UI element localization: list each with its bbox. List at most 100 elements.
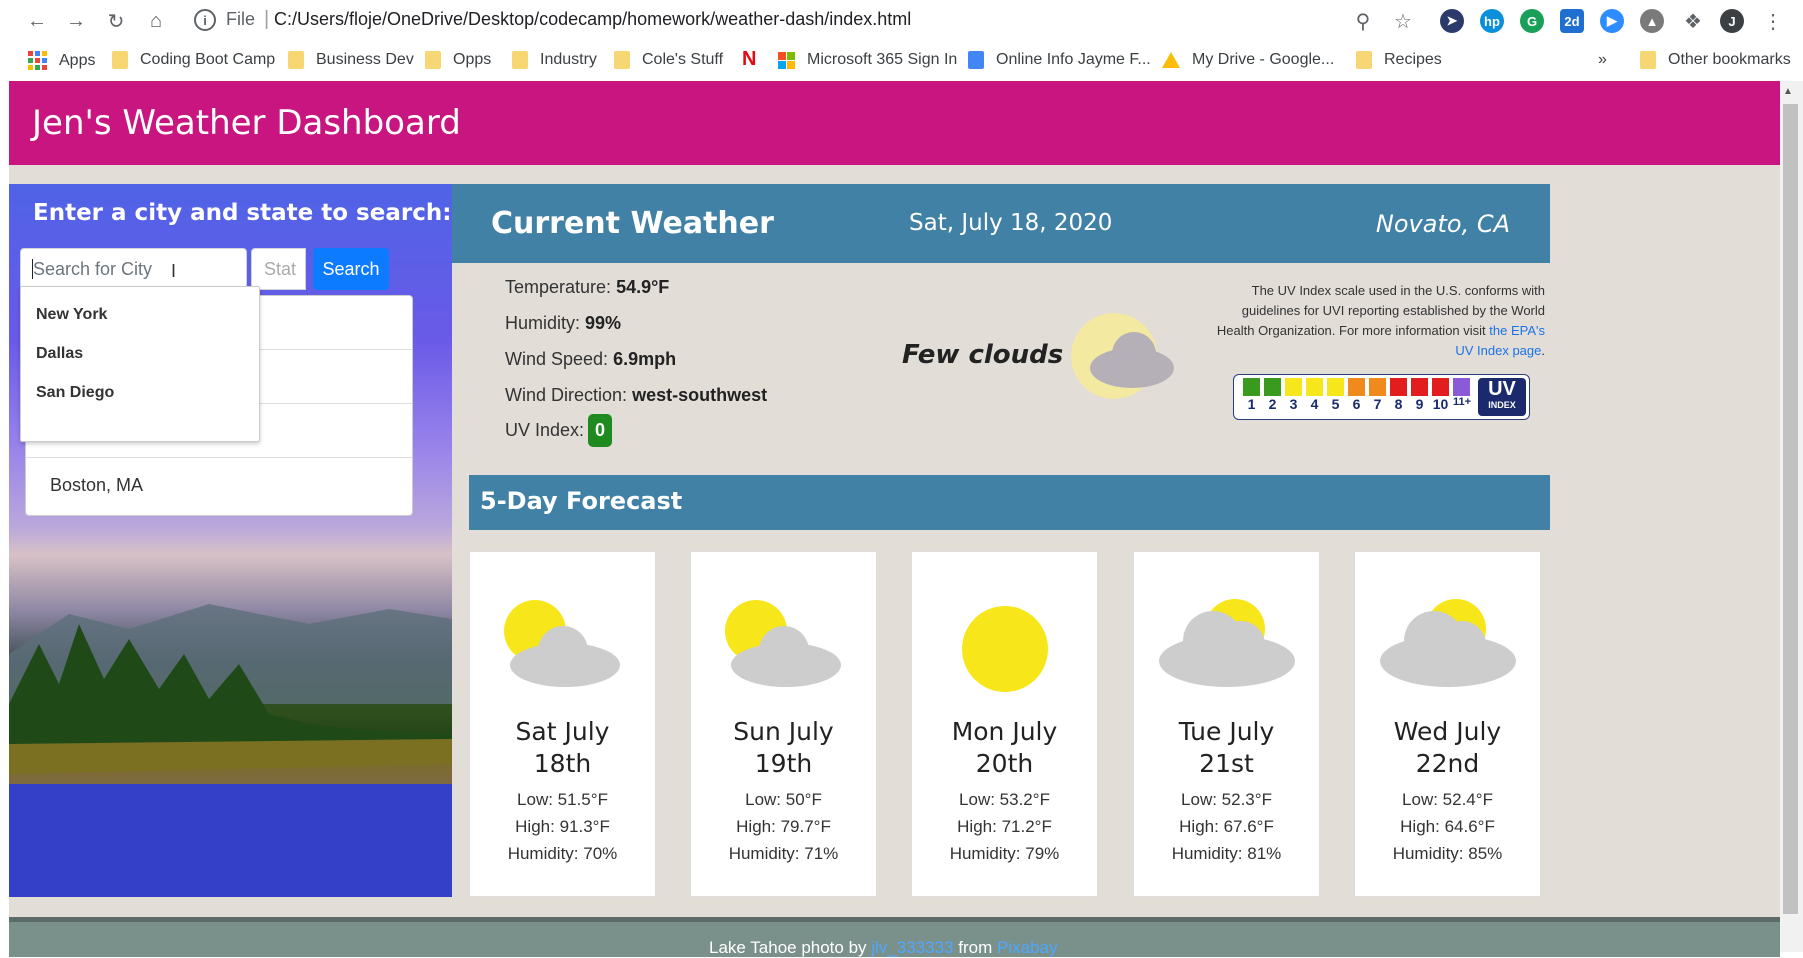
scrollbar-thumb[interactable] [1783,104,1798,914]
uv-scale-cell: 9 [1411,378,1428,412]
bookmark-label: Other bookmarks [1668,51,1791,68]
folder-icon [112,51,128,69]
folder-icon [512,51,528,69]
bookmark-netflix-icon[interactable]: N [742,48,756,71]
history-item[interactable]: Boston, MA [26,458,412,516]
wind-direction-stat: Wind Direction: west-southwest [505,385,767,406]
bookmark-microsoft-365[interactable]: Microsoft 365 Sign In [778,51,957,69]
autocomplete-item[interactable]: New York [36,306,107,324]
bookmark-apps[interactable]: Apps [28,51,95,70]
uv-note: The UV Index scale used in the U.S. conf… [1215,281,1545,361]
forecast-day: Mon July 20th [912,716,1097,780]
bookmark-industry[interactable]: Industry [512,51,597,69]
bookmarks-overflow-button[interactable]: » [1598,51,1607,69]
wind-speed-stat: Wind Speed: 6.9mph [505,349,676,370]
humidity-label: Humidity: [505,313,581,333]
reload-icon[interactable]: ↻ [103,8,129,34]
bookmark-label: Industry [540,51,597,68]
credit-source-link[interactable]: Pixabay [997,938,1057,957]
forecast-low: Low: 51.5°F [517,790,608,809]
extension-drive-icon[interactable]: ▲ [1640,9,1664,33]
uv-scale-number: 6 [1352,396,1361,412]
bookmark-coding-boot-camp[interactable]: Coding Boot Camp [112,51,275,69]
forecast-humidity: Humidity: 81% [1171,844,1282,863]
home-icon[interactable]: ⌂ [143,8,169,34]
folder-icon [288,51,304,69]
bookmark-label: Microsoft 365 Sign In [807,51,958,68]
apps-grid-icon [28,51,47,70]
bookmark-label: Online Info Jayme F... [996,51,1151,68]
address-bar[interactable]: C:/Users/floje/OneDrive/Desktop/codecamp… [274,9,911,30]
sun-behind-cloud-icon [725,600,841,687]
uv-scale-number: 8 [1394,396,1403,412]
zoom-icon[interactable]: ⚲ [1350,8,1376,34]
forecast-humidity: Humidity: 85% [1392,844,1503,863]
temperature-value: 54.9°F [616,277,670,297]
uv-index-label: UV Index: [505,420,585,440]
bookmark-recipes[interactable]: Recipes [1356,51,1442,69]
forecast-day-date: 19th [754,749,813,778]
wind-direction-label: Wind Direction: [505,385,628,405]
forward-icon[interactable]: → [63,8,89,34]
uv-scale-number: 9 [1415,396,1424,412]
bookmark-star-icon[interactable]: ☆ [1390,8,1416,34]
sun-behind-cloud-icon [504,600,620,687]
back-icon[interactable]: ← [24,8,50,34]
scroll-up-icon[interactable]: ▲ [1783,86,1793,97]
forecast-card: Mon July 20th Low: 53.2°F High: 71.2°F Hu… [911,551,1098,897]
autocomplete-dropdown: New York Dallas San Diego [20,286,260,442]
search-sidebar: Enter a city and state to search: Boston… [9,184,452,897]
search-button[interactable]: Search [313,248,389,290]
forecast-day-name: Sun July [733,717,834,746]
info-icon[interactable]: i [194,9,216,31]
forecast-day-date: 21st [1199,749,1254,778]
uv-logo-subtext: INDEX [1488,400,1516,410]
folder-icon [1356,51,1372,69]
forecast-high: High: 71.2°F [957,817,1052,836]
bookmark-label: Business Dev [316,51,414,68]
extension-hp-icon[interactable]: hp [1480,9,1504,33]
extensions-puzzle-icon[interactable]: ❖ [1680,8,1706,34]
bookmark-opps[interactable]: Opps [425,51,491,69]
bookmark-other[interactable]: Other bookmarks [1640,51,1791,69]
uv-note-suffix: . [1541,343,1545,358]
forecast-card: Tue July 21st Low: 52.3°F High: 67.6°F Hu… [1133,551,1320,897]
humidity-value: 99% [585,313,622,333]
forecast-high: High: 79.7°F [736,817,831,836]
uv-index-logo: UV INDEX [1478,378,1526,416]
uv-scale-number: 1 [1247,396,1256,412]
forecast-day: Wed July 22nd [1355,716,1540,780]
extension-zoom-icon[interactable]: ▶ [1600,9,1624,33]
menu-kebab-icon[interactable]: ⋮ [1760,8,1786,34]
extension-grammar-icon[interactable]: G [1520,9,1544,33]
state-search-input[interactable]: Stat [251,248,306,290]
profile-avatar[interactable]: J [1720,9,1744,33]
forecast-card: Sun July 19th Low: 50°F High: 79.7°F Humi… [690,551,877,897]
bookmark-my-drive[interactable]: My Drive - Google... [1162,51,1334,69]
city-placeholder: Search for City [33,259,153,279]
autocomplete-item[interactable]: Dallas [36,345,83,363]
uv-scale-number: 3 [1289,396,1298,412]
uv-scale-cell: 7 [1369,378,1386,412]
city-search-input[interactable]: Search for City I [20,248,247,290]
photo-credit: Lake Tahoe photo by jlv_333333 from Pixa… [709,938,1057,958]
bookmark-label: Opps [453,51,492,68]
temperature-label: Temperature: [505,277,612,297]
cloud-over-sun-icon [1380,599,1516,687]
credit-middle: from [958,938,993,957]
cloud-over-sun-icon [1159,599,1295,687]
extension-calendar-icon[interactable]: 2d [1560,9,1584,33]
browser-toolbar: ← → ↻ ⌂ i File | C:/Users/floje/OneDrive… [0,0,1803,42]
uv-scale-cell: 5 [1327,378,1344,412]
current-date: Sat, July 18, 2020 [909,210,1113,236]
uv-scale-number: 4 [1310,396,1319,412]
drive-icon [1162,52,1180,68]
bookmark-business-dev[interactable]: Business Dev [288,51,414,69]
bookmarks-bar: Apps Coding Boot Camp Business Dev Opps … [0,42,1803,80]
bookmark-online-info[interactable]: Online Info Jayme F... [968,51,1151,69]
bookmark-coles-stuff[interactable]: Cole's Stuff [614,51,723,69]
extension-rocket-icon[interactable]: ➤ [1440,9,1464,33]
credit-author-link[interactable]: jlv_333333 [871,938,953,957]
forecast-low: Low: 52.4°F [1402,790,1493,809]
autocomplete-item[interactable]: San Diego [36,384,114,402]
